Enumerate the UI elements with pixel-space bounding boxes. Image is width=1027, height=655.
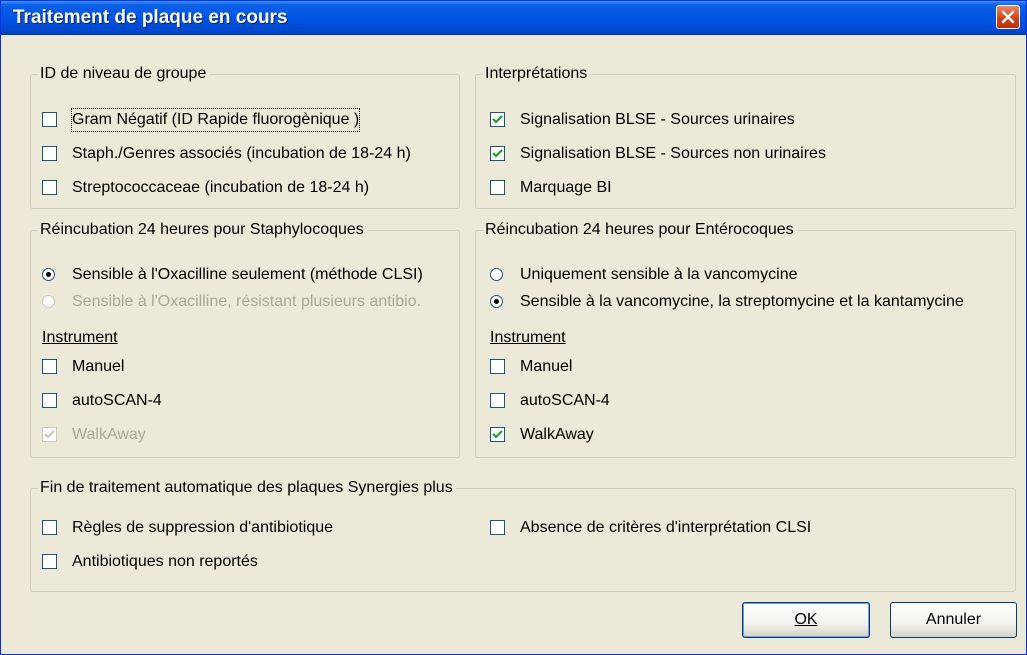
checkbox-label: autoSCAN-4 [72, 392, 162, 409]
check-icon [492, 115, 503, 124]
checkbox-box[interactable] [42, 393, 57, 408]
checkbox-box[interactable] [42, 520, 57, 535]
checkbox-box[interactable] [490, 520, 505, 535]
checkbox-box[interactable] [490, 146, 505, 161]
checkbox-box[interactable] [42, 146, 57, 161]
checkbox-label: Gram Négatif (ID Rapide fluorogènique ) [70, 108, 361, 132]
radio-label: Sensible à la vancomycine, la streptomyc… [520, 293, 964, 310]
check-icon [44, 430, 55, 439]
checkbox-box[interactable] [42, 359, 57, 374]
checkbox-label: Manuel [520, 358, 573, 375]
group-id-legend: ID de niveau de groupe [38, 64, 210, 84]
auto-end-panel: Fin de traitement automatique des plaque… [30, 478, 1016, 592]
checkbox-box[interactable] [490, 112, 505, 127]
checkbox-label: Règles de suppression d'antibiotique [72, 519, 334, 536]
checkbox-box[interactable] [490, 359, 505, 374]
cancel-button[interactable]: Annuler [890, 602, 1017, 638]
interpretations-panel: Interprétations Signalisation BLSE - Sou… [475, 64, 1016, 209]
radio-label: Uniquement sensible à la vancomycine [520, 266, 798, 283]
entero-panel: Réincubation 24 heures pour Entérocoques… [475, 220, 1016, 458]
radio-button[interactable] [490, 295, 503, 308]
close-icon [1001, 10, 1015, 24]
title-bar[interactable]: Traitement de plaque en cours [1, 1, 1026, 35]
cancel-button-label: Annuler [925, 611, 982, 628]
checkbox-box [42, 427, 57, 442]
checkbox-label: Absence de critères d'interprétation CLS… [520, 519, 812, 536]
entero-instrument-label: Instrument [490, 329, 566, 346]
ok-button-label: OK [794, 611, 818, 628]
checkbox-label: Manuel [72, 358, 125, 375]
radio-button[interactable] [42, 268, 55, 281]
radio-label: Sensible à l'Oxacilline seulement (métho… [72, 266, 423, 283]
check-icon [492, 430, 503, 439]
entero-legend: Réincubation 24 heures pour Entérocoques [483, 220, 797, 240]
radio-label: Sensible à l'Oxacilline, résistant plusi… [72, 293, 422, 310]
checkbox-label: Marquage BI [520, 179, 612, 196]
checkbox-box[interactable] [490, 180, 505, 195]
checkbox-box[interactable] [42, 180, 57, 195]
window-title: Traitement de plaque en cours [13, 7, 288, 28]
ok-button[interactable]: OK [742, 602, 870, 638]
checkbox-box[interactable] [490, 427, 505, 442]
check-icon [492, 149, 503, 158]
auto-end-legend: Fin de traitement automatique des plaque… [38, 478, 456, 498]
checkbox-box[interactable] [490, 393, 505, 408]
radio-button[interactable] [490, 268, 503, 281]
checkbox-label: autoSCAN-4 [520, 392, 610, 409]
checkbox-label: Antibiotiques non reportés [72, 553, 258, 570]
staph-panel: Réincubation 24 heures pour Staphylocoqu… [30, 220, 460, 458]
radio-button [42, 295, 55, 308]
checkbox-label: Streptococcaceae (incubation de 18-24 h) [72, 179, 370, 196]
checkbox-label: Signalisation BLSE - Sources urinaires [520, 111, 795, 128]
staph-instrument-label: Instrument [42, 329, 118, 346]
checkbox-label: WalkAway [72, 426, 146, 443]
checkbox-label: Signalisation BLSE - Sources non urinair… [520, 145, 826, 162]
staph-legend: Réincubation 24 heures pour Staphylocoqu… [38, 220, 367, 240]
dialog-window: Traitement de plaque en cours ID de nive… [0, 0, 1027, 655]
close-button[interactable] [996, 5, 1020, 29]
interpretations-legend: Interprétations [483, 64, 591, 84]
group-id-panel: ID de niveau de groupe Gram Négatif (ID … [30, 64, 460, 209]
checkbox-box[interactable] [42, 554, 57, 569]
checkbox-label: Staph./Genres associés (incubation de 18… [72, 145, 411, 162]
checkbox-label: WalkAway [520, 426, 594, 443]
checkbox-box[interactable] [42, 112, 57, 127]
